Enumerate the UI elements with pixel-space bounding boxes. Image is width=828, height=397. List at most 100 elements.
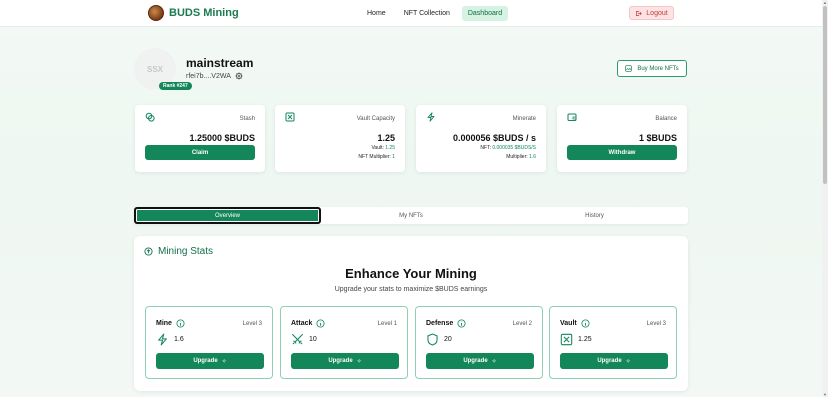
brand[interactable]: BUDS Mining <box>148 5 239 21</box>
upgrade-button-label: Upgrade <box>328 358 353 364</box>
balance-card: Balance 1 $BUDS Withdraw <box>557 105 687 172</box>
nav-home[interactable]: Home <box>361 6 392 21</box>
minerate-label: Minerate <box>512 116 536 122</box>
tab-my-nfts[interactable]: My NFTs <box>321 207 501 224</box>
upgrade-card-attack: Attack Level 1 10 Upgrade ✧ <box>280 306 408 379</box>
upgrade-card-vault: Vault Level 3 1.25 Upgrade ✧ <box>549 306 677 379</box>
logout-label: Logout <box>646 9 668 17</box>
multiplier-sub: Multiplier: 1.6 <box>506 154 536 160</box>
upgrade-name: Defense <box>426 319 466 328</box>
rank-badge: Rank #247 <box>159 82 192 90</box>
sparkle-icon: ✧ <box>221 358 227 365</box>
vault-icon <box>560 333 573 346</box>
balance-value: 1 $BUDS <box>638 133 677 143</box>
upgrade-defense-button[interactable]: Upgrade ✧ <box>426 353 534 369</box>
upgrade-vault-button[interactable]: Upgrade ✧ <box>560 353 668 369</box>
wallet-icon <box>567 113 577 121</box>
page-scrollbar[interactable]: ▲ ▼ <box>822 0 828 397</box>
image-icon <box>625 65 632 72</box>
vault-sub-label: Vault: <box>371 145 384 151</box>
vault-capacity-card: Vault Capacity 1.25 Vault: 1.25 NFT Mult… <box>275 105 405 172</box>
upgrade-button-label: Upgrade <box>193 358 218 364</box>
stash-label: Stash <box>239 116 255 122</box>
tab-overview[interactable]: Overview <box>134 207 321 224</box>
buy-more-nfts-button[interactable]: Buy More NFTs <box>617 60 687 77</box>
scroll-thumb[interactable] <box>823 6 827 184</box>
upgrade-stat: 1.6 <box>156 333 184 346</box>
claim-button[interactable]: Claim <box>145 145 255 160</box>
tab-history[interactable]: History <box>501 207 688 224</box>
info-icon[interactable] <box>457 319 466 328</box>
upgrade-card-defense: Defense Level 2 20 Upgrade ✧ <box>415 306 543 379</box>
minerate-card: Minerate 0.000056 $BUDS / s NFT: 0.00003… <box>416 105 546 172</box>
upgrade-level: Level 1 <box>377 321 397 327</box>
logout-button[interactable]: Logout <box>629 6 674 20</box>
vault-capacity-value: 1.25 <box>377 133 395 143</box>
vault-capacity-label: Vault Capacity <box>356 116 395 122</box>
stash-value: 1.25000 $BUDS <box>189 133 255 143</box>
nft-multiplier-sub: NFT Multiplier: 1 <box>358 154 395 160</box>
dashboard-tabs: Overview My NFTs History <box>134 207 688 224</box>
top-navbar: BUDS Mining Home NFT Collection Dashboar… <box>0 0 828 27</box>
balance-label: Balance <box>655 116 677 122</box>
coins-icon <box>145 112 155 122</box>
upgrade-level: Level 2 <box>512 321 532 327</box>
wallet-address: rfei7b....V2WA <box>186 72 243 80</box>
upgrade-name-text: Mine <box>156 320 172 327</box>
scroll-down-icon[interactable]: ▼ <box>822 392 828 397</box>
upgrade-stat: 10 <box>291 333 317 346</box>
vault-sub: Vault: 1.25 <box>371 145 395 151</box>
enhance-subheading: Upgrade your stats to maximize $BUDS ear… <box>334 286 488 293</box>
upgrade-level: Level 3 <box>242 321 262 327</box>
lightning-icon <box>427 112 435 122</box>
upgrade-stat: 1.25 <box>560 333 592 346</box>
sparkle-icon: ✧ <box>491 358 497 365</box>
upgrade-name-text: Vault <box>560 320 577 327</box>
brand-name: BUDS Mining <box>169 7 239 19</box>
upgrade-level: Level 3 <box>646 321 666 327</box>
lightning-icon <box>158 333 167 346</box>
upgrade-name-text: Defense <box>426 320 454 327</box>
mining-stats-panel: Mining Stats Enhance Your Mining Upgrade… <box>134 236 688 391</box>
minerate-value: 0.000056 $BUDS / s <box>452 133 536 143</box>
wallet-address-text: rfei7b....V2WA <box>186 72 231 80</box>
upgrade-button-label: Upgrade <box>597 358 622 364</box>
nft-multiplier-label: NFT Multiplier: <box>358 154 391 160</box>
info-icon[interactable] <box>581 319 590 328</box>
nft-rate-sub: NFT: 0.000035 $BUDS/S <box>480 145 536 151</box>
swords-icon <box>291 333 304 345</box>
mining-stats-title-text: Mining Stats <box>158 246 214 257</box>
nav-dashboard[interactable]: Dashboard <box>461 6 509 21</box>
info-icon[interactable] <box>316 319 325 328</box>
stash-card: Stash 1.25000 $BUDS Claim <box>135 105 265 172</box>
brand-logo-icon <box>148 5 164 21</box>
mining-stats-title: Mining Stats <box>144 246 213 257</box>
upgrade-attack-button[interactable]: Upgrade ✧ <box>291 353 399 369</box>
withdraw-button[interactable]: Withdraw <box>567 145 677 160</box>
nav-nft-collection[interactable]: NFT Collection <box>398 6 456 21</box>
multiplier-label: Multiplier: <box>506 154 528 160</box>
username: mainstream <box>186 56 254 70</box>
multiplier-value: 1.6 <box>529 154 536 160</box>
upgrade-name: Mine <box>156 319 185 328</box>
logout-icon <box>636 10 643 16</box>
arrow-up-circle-icon <box>144 247 153 256</box>
upgrade-button-label: Upgrade <box>463 358 488 364</box>
upgrade-value: 1.25 <box>578 336 592 343</box>
info-icon[interactable] <box>176 319 185 328</box>
nft-multiplier-value: 1 <box>392 154 395 160</box>
settings-gear-icon[interactable] <box>235 72 243 80</box>
vault-sub-value: 1.25 <box>385 145 395 151</box>
nft-rate-value: 0.000035 $BUDS/S <box>492 145 536 151</box>
vault-icon <box>285 112 295 122</box>
upgrade-value: 10 <box>309 336 317 343</box>
nft-rate-label: NFT: <box>480 145 491 151</box>
sparkle-icon: ✧ <box>356 358 362 365</box>
buy-more-nfts-label: Buy More NFTs <box>637 65 679 72</box>
upgrade-name: Attack <box>291 319 325 328</box>
upgrade-mine-button[interactable]: Upgrade ✧ <box>156 353 264 369</box>
sparkle-icon: ✧ <box>625 358 631 365</box>
upgrade-card-mine: Mine Level 3 1.6 Upgrade ✧ <box>145 306 273 379</box>
scroll-up-icon[interactable]: ▲ <box>822 0 828 5</box>
upgrade-name-text: Attack <box>291 320 313 327</box>
